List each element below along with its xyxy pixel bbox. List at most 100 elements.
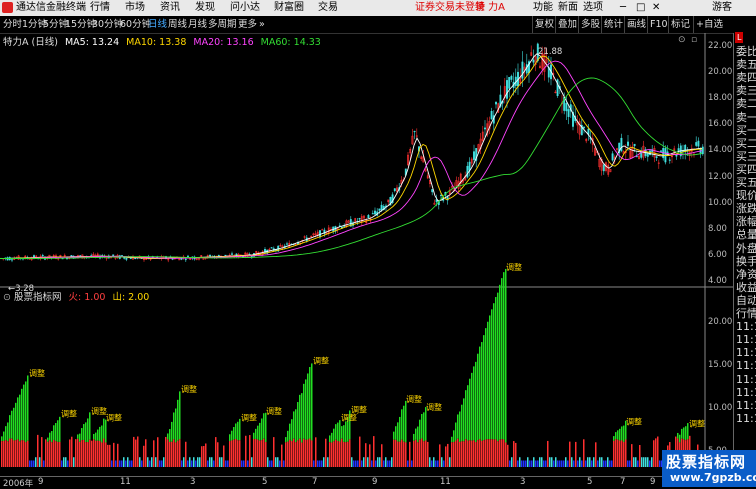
indicator-green-bar bbox=[87, 418, 89, 443]
menu-item-xuanxiang[interactable]: 选项 bbox=[583, 0, 603, 16]
watermark-logo: 股票指标网 www.7gpzb.com bbox=[662, 450, 756, 487]
period-60min[interactable]: 60分钟 bbox=[120, 16, 151, 33]
indicator-base-bar bbox=[323, 457, 325, 467]
menu-item-xinmian[interactable]: 新面 bbox=[558, 0, 578, 16]
period-daily[interactable]: 日线 bbox=[148, 16, 167, 33]
indicator-green-bar bbox=[413, 433, 415, 441]
indicator-base-bar bbox=[195, 460, 197, 467]
indicator-red-bar bbox=[403, 441, 405, 467]
indicator-base-bar bbox=[583, 439, 585, 467]
menu-item-jiaoyi[interactable]: 交易 bbox=[318, 0, 338, 16]
candle-body bbox=[231, 253, 233, 255]
indicator-red-bar bbox=[55, 441, 57, 467]
btn-huaxian[interactable]: 画线 bbox=[624, 16, 646, 33]
indicator-base-bar bbox=[535, 460, 537, 467]
indicator-base-bar bbox=[545, 460, 547, 467]
indicator-red-bar bbox=[459, 441, 461, 467]
indicator-base-bar bbox=[577, 460, 579, 467]
candle-body bbox=[209, 254, 211, 257]
candle-body bbox=[184, 258, 187, 261]
indicator-red-bar bbox=[477, 440, 479, 467]
chart-area[interactable]: 调整调整 调整调整调整调整调整调整调整调整调整调整调整调整 调整 bbox=[0, 33, 733, 476]
indicator-red-bar bbox=[479, 439, 481, 467]
indicator-red-bar bbox=[499, 439, 501, 467]
indicator-base-bar bbox=[191, 460, 193, 467]
indicator-base-bar bbox=[439, 444, 441, 467]
btn-zixuan[interactable]: +自选 bbox=[693, 16, 723, 33]
period-multi[interactable]: 多周期 bbox=[208, 16, 237, 33]
indicator-red-bar bbox=[349, 439, 351, 467]
indicator-red-bar bbox=[623, 441, 625, 467]
minimize-icon[interactable]: ─ bbox=[620, 0, 626, 16]
indicator-red-bar bbox=[99, 440, 101, 467]
period-30min[interactable]: 30分钟 bbox=[92, 16, 123, 33]
indicator-green-bar bbox=[49, 432, 51, 441]
indicator-base-bar bbox=[321, 460, 323, 467]
btn-biaoji[interactable]: 标记 bbox=[668, 16, 690, 33]
indicator-green-bar bbox=[341, 426, 343, 439]
side-panel-item: 买四 bbox=[736, 162, 756, 176]
indicator-green-bar bbox=[103, 418, 105, 439]
period-monthly[interactable]: 月线 bbox=[188, 16, 207, 33]
date-tick-label: 9 bbox=[372, 477, 378, 487]
price-tick-label: 18.00 bbox=[708, 93, 733, 104]
indicator-red-bar bbox=[231, 440, 233, 467]
indicator-green-bar bbox=[393, 431, 395, 440]
indicator-base-bar bbox=[207, 460, 209, 467]
indicator-green-bar bbox=[77, 434, 79, 439]
restore-icon[interactable]: □ bbox=[636, 0, 645, 16]
close-icon[interactable]: ✕ bbox=[652, 0, 660, 16]
indicator-base-bar bbox=[327, 457, 329, 467]
indicator-base-bar bbox=[271, 460, 273, 467]
indicator-settings-icon[interactable]: ⊙ bbox=[3, 292, 11, 303]
indicator-green-bar bbox=[261, 418, 263, 441]
indicator-red-bar bbox=[11, 438, 13, 467]
indicator-green-bar bbox=[679, 434, 681, 443]
period-fenshi[interactable]: 分时 bbox=[3, 16, 22, 33]
indicator-base-bar bbox=[199, 457, 201, 467]
indicator-green-bar bbox=[89, 412, 91, 440]
menu-item-caifuquan[interactable]: 财富圈 bbox=[274, 0, 304, 16]
indicator-red-bar bbox=[343, 441, 345, 467]
indicator-name[interactable]: 股票指标网 bbox=[14, 292, 62, 303]
menu-item-wenxiaoda[interactable]: 问小达 bbox=[230, 0, 260, 16]
btn-fuquan[interactable]: 复权 bbox=[532, 16, 554, 33]
indicator-red-bar bbox=[287, 441, 289, 467]
candle-body bbox=[495, 101, 497, 105]
menu-item-hangqing[interactable]: 行情 bbox=[90, 0, 110, 16]
indicator-base-bar bbox=[607, 457, 609, 467]
indicator-base-bar bbox=[155, 457, 157, 467]
menu-item-faxian[interactable]: 发现 bbox=[195, 0, 215, 16]
indicator-green-bar bbox=[497, 292, 499, 442]
indicator-base-bar bbox=[211, 457, 213, 467]
period-weekly[interactable]: 周线 bbox=[168, 16, 187, 33]
btn-f10[interactable]: F10 bbox=[647, 16, 668, 33]
date-tick-label: 2006年 bbox=[3, 479, 34, 489]
indicator-base-bar bbox=[589, 457, 591, 467]
btn-tongji[interactable]: 统计 bbox=[601, 16, 623, 33]
menu-item-shichang[interactable]: 市场 bbox=[125, 0, 145, 16]
indicator-base-bar bbox=[241, 460, 243, 467]
menu-item-zixun[interactable]: 资讯 bbox=[160, 0, 180, 16]
indicator-base-bar bbox=[527, 457, 529, 467]
guest-label[interactable]: 游客 bbox=[712, 0, 732, 16]
indicator-base-bar bbox=[367, 457, 369, 467]
btn-diejia[interactable]: 叠加 bbox=[555, 16, 577, 33]
side-panel-header[interactable]: L bbox=[735, 32, 744, 43]
indicator-red-bar bbox=[93, 439, 95, 467]
indicator-green-bar bbox=[259, 422, 261, 441]
btn-duogu[interactable]: 多股 bbox=[578, 16, 600, 33]
indicator-base-bar bbox=[355, 460, 357, 467]
indicator-base-bar bbox=[143, 445, 145, 467]
menu-item-gongneng[interactable]: 功能 bbox=[533, 0, 553, 16]
indicator-green-bar bbox=[13, 407, 15, 441]
indicator-red-bar bbox=[87, 442, 89, 467]
indicator-annotation: 调整 bbox=[106, 413, 122, 423]
more-chevron-icon[interactable]: » bbox=[259, 16, 265, 33]
indicator-red-bar bbox=[475, 442, 477, 467]
indicator-green-bar bbox=[339, 420, 341, 442]
indicator-base-bar bbox=[515, 442, 517, 467]
period-more[interactable]: 更多 bbox=[238, 16, 257, 33]
price-tick-label: 6.00 bbox=[708, 249, 727, 260]
indicator-green-bar bbox=[477, 353, 479, 441]
